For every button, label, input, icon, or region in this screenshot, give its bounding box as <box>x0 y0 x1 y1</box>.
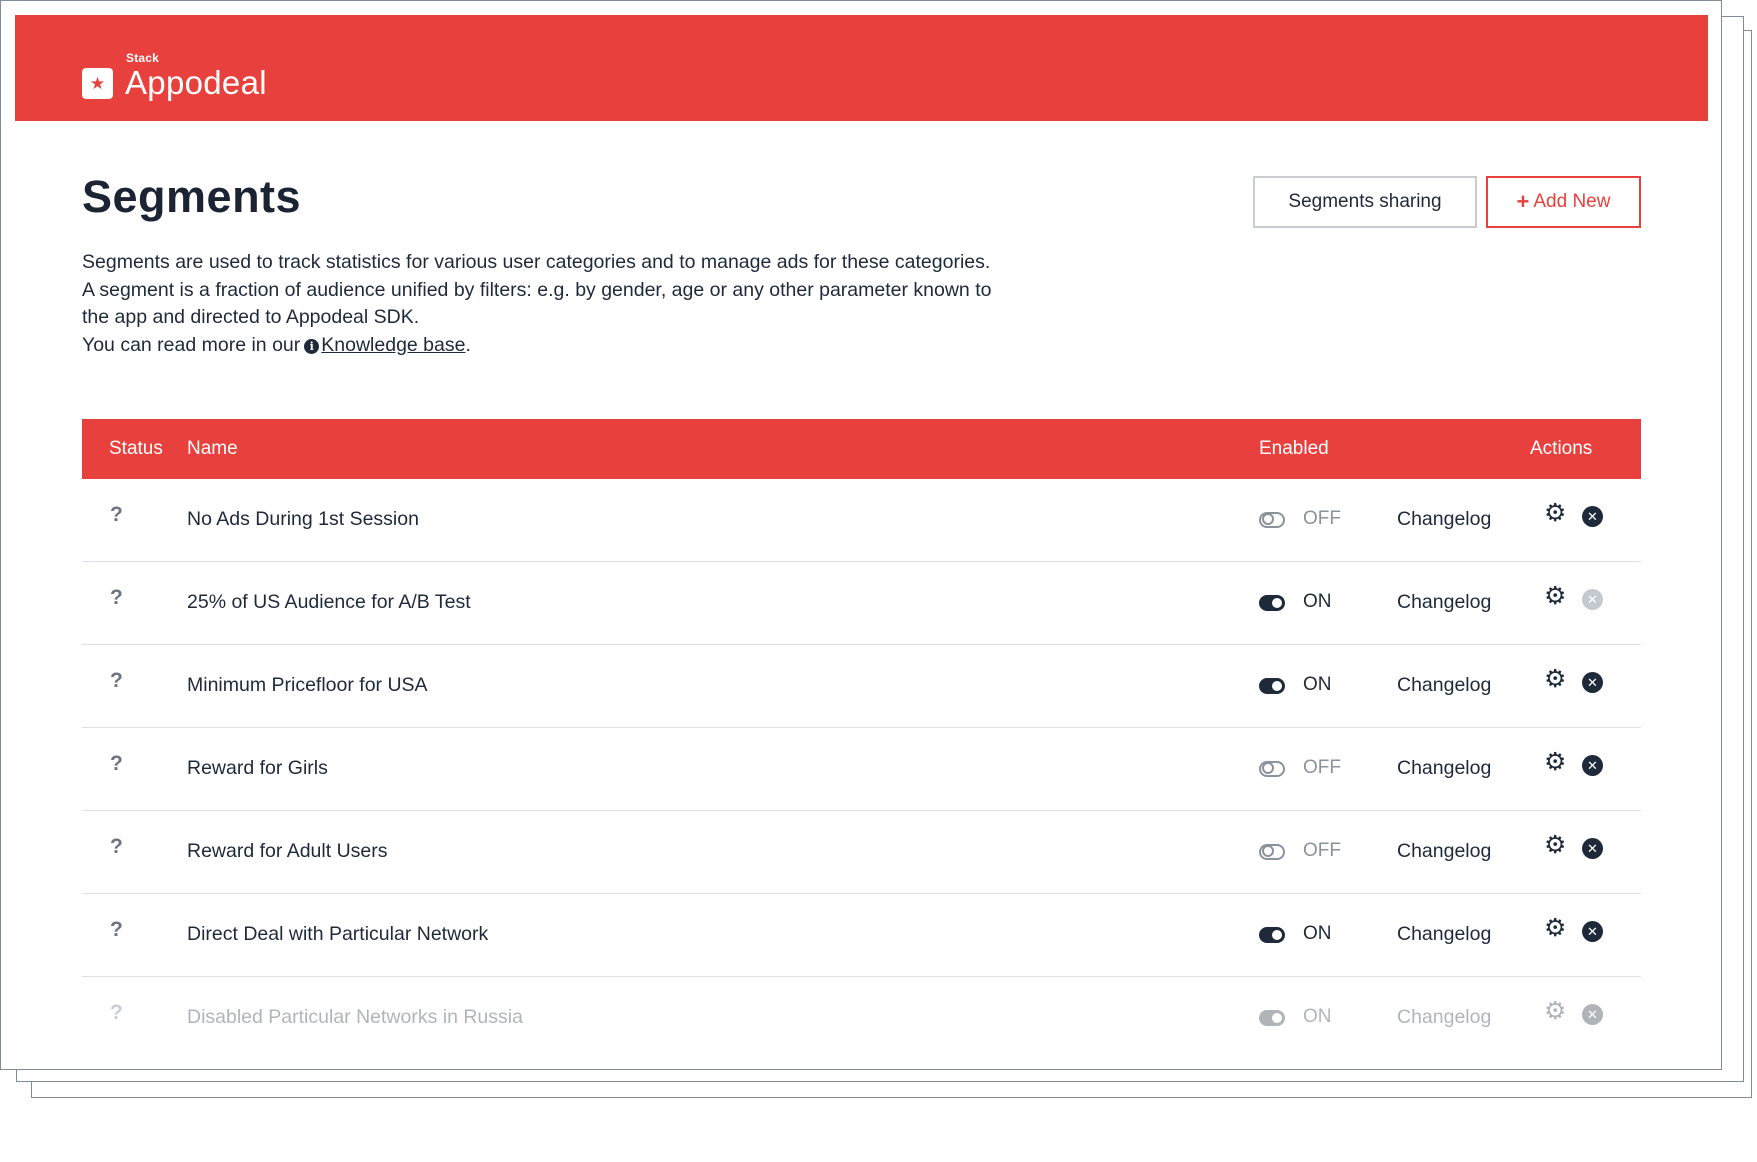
settings-gear-icon[interactable]: ⚙ <box>1544 999 1566 1024</box>
enabled-toggle[interactable] <box>1259 844 1285 860</box>
delete-close-icon[interactable]: ✕ <box>1582 506 1603 527</box>
enabled-state-label: OFF <box>1303 757 1341 778</box>
delete-close-icon[interactable]: ✕ <box>1582 672 1603 693</box>
table-row: ? Disabled Particular Networks in Russia O… <box>82 977 1641 1059</box>
status-unknown-icon: ? <box>110 586 123 609</box>
segment-name[interactable]: Reward for Girls <box>187 757 328 780</box>
enabled-toggle[interactable] <box>1259 761 1285 777</box>
settings-gear-icon[interactable]: ⚙ <box>1544 750 1566 775</box>
enabled-toggle[interactable] <box>1259 927 1285 943</box>
column-header-enabled[interactable]: Enabled <box>1259 438 1329 460</box>
table-row: ? Direct Deal with Particular Network ON Ch… <box>82 894 1641 977</box>
table-row: ? Reward for Girls OFF Changelog ⚙ ✕ <box>82 728 1641 811</box>
status-unknown-icon: ? <box>110 669 123 692</box>
enabled-state-label: ON <box>1303 923 1332 944</box>
logo-brand-name: Appodeal <box>125 64 267 101</box>
logo-text: Stack Appodeal <box>125 51 267 101</box>
delete-close-icon[interactable]: ✕ <box>1582 1004 1603 1025</box>
logo-star-icon: ★ <box>82 68 113 99</box>
logo-brand-small: Stack <box>126 51 160 65</box>
segment-name[interactable]: Minimum Pricefloor for USA <box>187 674 428 697</box>
segment-name[interactable]: Reward for Adult Users <box>187 840 388 863</box>
status-unknown-icon: ? <box>110 752 123 775</box>
enabled-state-label: OFF <box>1303 508 1341 529</box>
settings-gear-icon[interactable]: ⚙ <box>1544 667 1566 692</box>
status-unknown-icon: ? <box>110 918 123 941</box>
changelog-link[interactable]: Changelog <box>1397 591 1491 614</box>
enabled-state-label: ON <box>1303 1006 1332 1027</box>
table-header: Status Name Enabled Actions <box>82 419 1641 479</box>
description-link-suffix: . <box>465 333 471 356</box>
table-body: ? No Ads During 1st Session OFF Changelog ⚙ ✕… <box>82 479 1641 1059</box>
add-new-button[interactable]: + Add New <box>1486 176 1641 228</box>
changelog-link[interactable]: Changelog <box>1397 508 1491 531</box>
table-row: ? 25% of US Audience for A/B Test ON Change… <box>82 562 1641 645</box>
column-header-status[interactable]: Status <box>109 438 163 460</box>
settings-gear-icon[interactable]: ⚙ <box>1544 501 1566 526</box>
description-text: Segments are used to track statistics fo… <box>82 251 992 328</box>
segments-sharing-button[interactable]: Segments sharing <box>1253 176 1477 228</box>
changelog-link[interactable]: Changelog <box>1397 757 1491 780</box>
status-unknown-icon: ? <box>110 503 123 526</box>
description-link-line: You can read more in our i Knowledge base. <box>82 332 1002 360</box>
enabled-toggle[interactable] <box>1259 595 1285 611</box>
delete-close-icon[interactable]: ✕ <box>1582 838 1603 859</box>
table-row: ? Reward for Adult Users OFF Changelog ⚙ ✕ <box>82 811 1641 894</box>
top-bar: ★ Stack Appodeal <box>15 15 1708 121</box>
table-row: ? Minimum Pricefloor for USA ON Changelog ⚙ ✕ <box>82 645 1641 728</box>
segment-name[interactable]: No Ads During 1st Session <box>187 508 419 531</box>
column-header-actions: Actions <box>1530 438 1593 459</box>
enabled-toggle[interactable] <box>1259 512 1285 528</box>
enabled-state-label: ON <box>1303 591 1332 612</box>
app-window: ★ Stack Appodeal Segments Segments are u… <box>0 0 1722 1070</box>
table-row: ? No Ads During 1st Session OFF Changelog ⚙ ✕ <box>82 479 1641 562</box>
segment-name[interactable]: 25% of US Audience for A/B Test <box>187 591 471 614</box>
segments-sharing-label: Segments sharing <box>1288 191 1442 212</box>
segment-name[interactable]: Disabled Particular Networks in Russia <box>187 1006 523 1029</box>
delete-close-icon[interactable]: ✕ <box>1582 755 1603 776</box>
settings-gear-icon[interactable]: ⚙ <box>1544 833 1566 858</box>
changelog-link[interactable]: Changelog <box>1397 1006 1491 1029</box>
settings-gear-icon[interactable]: ⚙ <box>1544 584 1566 609</box>
knowledge-base-link[interactable]: Knowledge base <box>321 334 465 356</box>
enabled-toggle[interactable] <box>1259 678 1285 694</box>
plus-icon: + <box>1516 189 1530 214</box>
info-icon: i <box>304 338 320 354</box>
add-new-label: Add New <box>1533 191 1611 212</box>
changelog-link[interactable]: Changelog <box>1397 840 1491 863</box>
segment-name[interactable]: Direct Deal with Particular Network <box>187 923 488 946</box>
app-logo[interactable]: ★ Stack Appodeal <box>82 51 267 101</box>
enabled-state-label: ON <box>1303 674 1332 695</box>
status-unknown-icon: ? <box>110 1001 123 1024</box>
settings-gear-icon[interactable]: ⚙ <box>1544 916 1566 941</box>
description-link-prefix: You can read more in our <box>82 333 301 356</box>
enabled-toggle[interactable] <box>1259 1010 1285 1026</box>
changelog-link[interactable]: Changelog <box>1397 674 1491 697</box>
page-title: Segments <box>82 171 302 222</box>
column-header-name[interactable]: Name <box>187 438 238 460</box>
changelog-link[interactable]: Changelog <box>1397 923 1491 946</box>
delete-close-icon[interactable]: ✕ <box>1582 589 1603 610</box>
segments-table: Status Name Enabled Actions ? No Ads Duri… <box>82 419 1641 1059</box>
page-description: Segments are used to track statistics fo… <box>82 249 1002 359</box>
enabled-state-label: OFF <box>1303 840 1341 861</box>
delete-close-icon[interactable]: ✕ <box>1582 921 1603 942</box>
status-unknown-icon: ? <box>110 835 123 858</box>
